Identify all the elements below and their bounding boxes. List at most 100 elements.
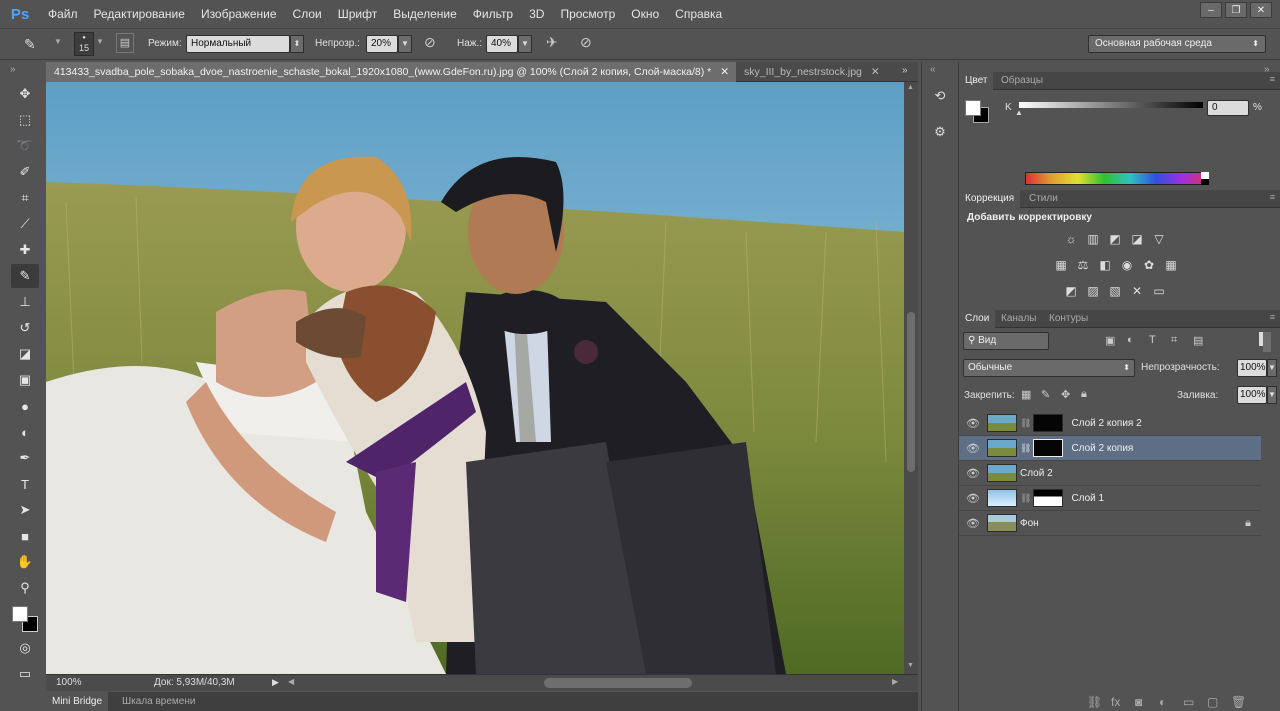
menu-filter[interactable]: Фильтр — [465, 0, 521, 28]
gradient-map-icon[interactable]: ▭ — [1151, 284, 1167, 298]
collapse-toolbar-icon[interactable]: » — [10, 64, 16, 75]
invert-icon[interactable]: ◩ — [1063, 284, 1079, 298]
type-tool-icon[interactable]: T — [11, 472, 39, 496]
visibility-eye-icon[interactable]: 👁︎ — [959, 442, 987, 455]
vibrance-icon[interactable]: ▽ — [1151, 232, 1167, 246]
visibility-eye-icon[interactable]: 👁︎ — [959, 517, 987, 530]
new-group-icon[interactable]: ▭ — [1183, 695, 1194, 709]
layer-opacity-input[interactable]: 100% — [1237, 359, 1267, 377]
menu-type[interactable]: Шрифт — [330, 0, 385, 28]
brush-dropdown-icon[interactable]: ▼ — [96, 37, 104, 46]
selective-color-icon[interactable]: ✕ — [1129, 284, 1145, 298]
clone-stamp-tool-icon[interactable]: ⊥ — [11, 290, 39, 314]
color-lookup-icon[interactable]: ▦ — [1163, 258, 1179, 272]
filter-type-icon[interactable]: T — [1149, 334, 1156, 346]
scroll-down-icon[interactable]: ▼ — [907, 662, 914, 669]
new-layer-icon[interactable]: ▢ — [1207, 695, 1218, 709]
menu-file[interactable]: Файл — [40, 0, 86, 28]
scroll-thumb[interactable] — [907, 312, 915, 472]
menu-help[interactable]: Справка — [667, 0, 730, 28]
flow-input[interactable]: 40% — [486, 35, 518, 53]
k-slider-handle[interactable]: ▲ — [1015, 108, 1023, 117]
zoom-tool-icon[interactable]: ⚲ — [11, 576, 39, 600]
layer-style-icon[interactable]: fx — [1111, 695, 1120, 709]
menu-3d[interactable]: 3D — [521, 0, 552, 28]
mode-select-arrow-icon[interactable]: ⬍ — [290, 35, 304, 53]
restore-button[interactable]: ❐ — [1225, 2, 1247, 18]
layer-opacity-dropdown-icon[interactable]: ▼ — [1267, 359, 1277, 377]
status-menu-icon[interactable]: ▶ — [272, 677, 279, 688]
move-tool-icon[interactable]: ✥ — [11, 82, 39, 106]
new-adjustment-layer-icon[interactable]: ◐ — [1159, 695, 1166, 709]
scroll-right-icon[interactable]: ▶ — [892, 677, 898, 686]
k-value-input[interactable]: 0 — [1207, 100, 1249, 116]
pressure-size-icon[interactable]: ⊘ — [580, 34, 592, 51]
layer-filter-select[interactable]: ⚲ Вид — [963, 332, 1049, 350]
mode-select[interactable]: Нормальный — [186, 35, 290, 53]
tab-timeline[interactable]: Шкала времени — [116, 692, 201, 711]
tab-sky-doc[interactable]: sky_III_by_nestrstock.jpg ✕ — [736, 62, 886, 82]
tab-swatches[interactable]: Образцы — [995, 72, 1049, 90]
brush-tool-icon[interactable]: ✎ — [11, 264, 39, 288]
panel-menu-icon[interactable]: ≡ — [1270, 74, 1275, 84]
eyedropper-tool-icon[interactable]: ⟋ — [11, 212, 39, 236]
brightness-icon[interactable]: ☼ — [1063, 232, 1079, 246]
pressure-opacity-icon[interactable]: ⊘ — [424, 34, 436, 51]
opacity-input[interactable]: 20% — [366, 35, 398, 53]
more-tabs-icon[interactable]: » — [902, 65, 908, 76]
rectangle-tool-icon[interactable]: ■ — [11, 524, 39, 548]
layers-scrollbar[interactable] — [1263, 332, 1271, 352]
delete-layer-icon[interactable]: 🗑︎ — [1231, 695, 1246, 709]
visibility-eye-icon[interactable]: 👁︎ — [959, 467, 987, 480]
k-slider-track[interactable] — [1019, 102, 1203, 108]
properties-panel-icon[interactable]: ⚙ — [930, 124, 950, 144]
flow-dropdown-icon[interactable]: ▼ — [518, 35, 532, 53]
tab-color[interactable]: Цвет — [959, 72, 994, 90]
expand-panels-icon[interactable]: « — [930, 64, 936, 75]
tab-adjustments[interactable]: Коррекция — [959, 190, 1021, 208]
eraser-tool-icon[interactable]: ◪ — [11, 342, 39, 366]
screen-mode-icon[interactable]: ▭ — [11, 662, 39, 686]
menu-view[interactable]: Просмотр — [552, 0, 623, 28]
brush-preset-picker[interactable]: ● 15 — [74, 32, 94, 56]
hand-tool-icon[interactable]: ✋ — [11, 550, 39, 574]
fill-input[interactable]: 100% — [1237, 386, 1267, 404]
color-ramp[interactable] — [1025, 172, 1209, 185]
foreground-color-swatch[interactable] — [12, 606, 28, 622]
black-white-icon[interactable]: ◧ — [1097, 258, 1113, 272]
brush-panel-icon[interactable]: ▤ — [116, 33, 134, 53]
close-tab-icon[interactable]: ✕ — [871, 66, 880, 78]
menu-edit[interactable]: Редактирование — [86, 0, 193, 28]
gradient-tool-icon[interactable]: ▣ — [11, 368, 39, 392]
posterize-icon[interactable]: ▨ — [1085, 284, 1101, 298]
minimize-button[interactable]: – — [1200, 2, 1222, 18]
layer-row[interactable]: 👁︎ ⛓ Слой 2 копия 2 — [959, 411, 1261, 436]
healing-brush-tool-icon[interactable]: ✚ — [11, 238, 39, 262]
tab-styles[interactable]: Стили — [1023, 190, 1064, 208]
document-canvas[interactable] — [46, 82, 904, 674]
filter-smart-object-icon[interactable]: ▤ — [1193, 334, 1203, 347]
tab-layers[interactable]: Слои — [959, 310, 996, 328]
tab-channels[interactable]: Каналы — [995, 310, 1043, 328]
color-balance-icon[interactable]: ⚖ — [1075, 258, 1091, 272]
menu-select[interactable]: Выделение — [385, 0, 465, 28]
link-layers-icon[interactable]: ⛓ — [1087, 695, 1102, 709]
blur-tool-icon[interactable]: ● — [11, 394, 39, 418]
visibility-eye-icon[interactable]: 👁︎ — [959, 492, 987, 505]
filter-adjustment-icon[interactable]: ◐ — [1127, 334, 1134, 346]
visibility-eye-icon[interactable]: 👁︎ — [959, 417, 987, 430]
fill-dropdown-icon[interactable]: ▼ — [1267, 386, 1277, 404]
filter-pixel-icon[interactable]: ▣ — [1105, 334, 1115, 347]
curves-icon[interactable]: ◩ — [1107, 232, 1123, 246]
hue-saturation-icon[interactable]: ▦ — [1053, 258, 1069, 272]
layer-mask-thumbnail[interactable] — [1033, 414, 1064, 432]
tab-wedding-doc[interactable]: 413433_svadba_pole_sobaka_dvoe_nastroeni… — [46, 62, 736, 82]
lock-transparency-icon[interactable]: ▦ — [1021, 388, 1031, 401]
path-selection-tool-icon[interactable]: ➤ — [11, 498, 39, 522]
layer-row[interactable]: 👁︎ Слой 2 — [959, 461, 1261, 486]
tab-mini-bridge[interactable]: Mini Bridge — [46, 692, 109, 711]
blend-mode-select[interactable]: Обычные ⬍ — [963, 359, 1135, 377]
history-brush-tool-icon[interactable]: ↺ — [11, 316, 39, 340]
opacity-dropdown-icon[interactable]: ▼ — [398, 35, 412, 53]
dodge-tool-icon[interactable]: ◐ — [11, 420, 39, 444]
